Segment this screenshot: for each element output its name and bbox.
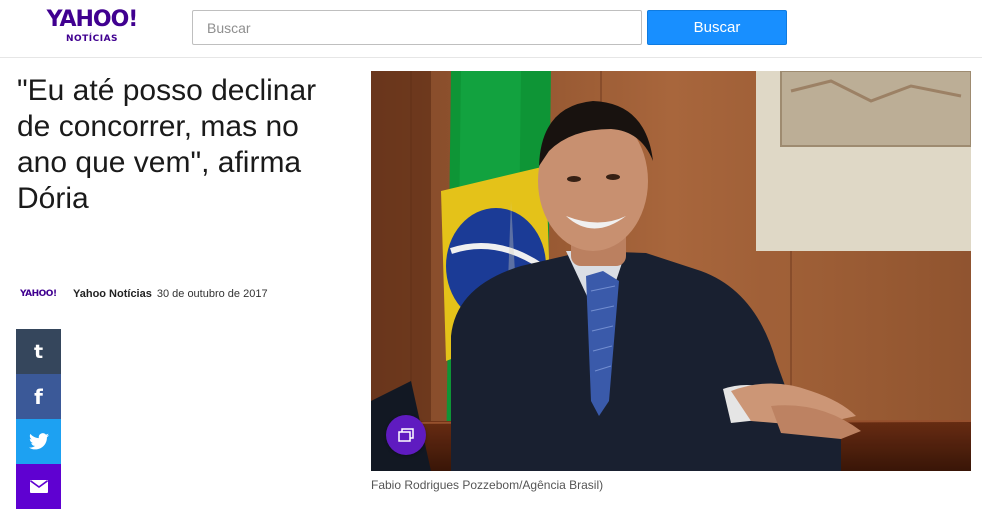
- logo-section-name: NOTÍCIAS: [65, 34, 119, 44]
- article-headline: "Eu até posso declinar de concorrer, mas…: [17, 74, 317, 215]
- logo-wordmark: YAHOO!: [46, 7, 139, 32]
- search-input[interactable]: [192, 10, 642, 45]
- article-photo-image: [371, 71, 971, 471]
- article-photo[interactable]: [371, 71, 971, 471]
- share-bar: t f: [16, 329, 61, 509]
- share-facebook-button[interactable]: f: [16, 374, 61, 419]
- search-button[interactable]: Buscar: [647, 10, 787, 45]
- site-header: YAHOO! NOTÍCIAS Buscar: [0, 0, 982, 58]
- facebook-icon: f: [34, 384, 43, 409]
- mail-icon: [29, 480, 48, 493]
- photo-caption: Fabio Rodrigues Pozzebom/Agência Brasil): [371, 478, 604, 492]
- gallery-button[interactable]: [386, 415, 426, 455]
- share-mail-button[interactable]: [16, 464, 61, 509]
- article-byline: YAHOO! Yahoo Notícias 30 de outubro de 2…: [20, 286, 268, 302]
- source-logo: YAHOO!: [20, 289, 57, 299]
- yahoo-noticias-logo[interactable]: YAHOO! NOTÍCIAS: [44, 7, 140, 45]
- tumblr-icon: t: [33, 340, 44, 363]
- share-twitter-button[interactable]: [16, 419, 61, 464]
- share-tumblr-button[interactable]: t: [16, 329, 61, 374]
- gallery-icon: [398, 428, 414, 442]
- source-name[interactable]: Yahoo Notícias: [73, 288, 152, 300]
- twitter-icon: [28, 433, 49, 450]
- publish-date: 30 de outubro de 2017: [156, 288, 268, 300]
